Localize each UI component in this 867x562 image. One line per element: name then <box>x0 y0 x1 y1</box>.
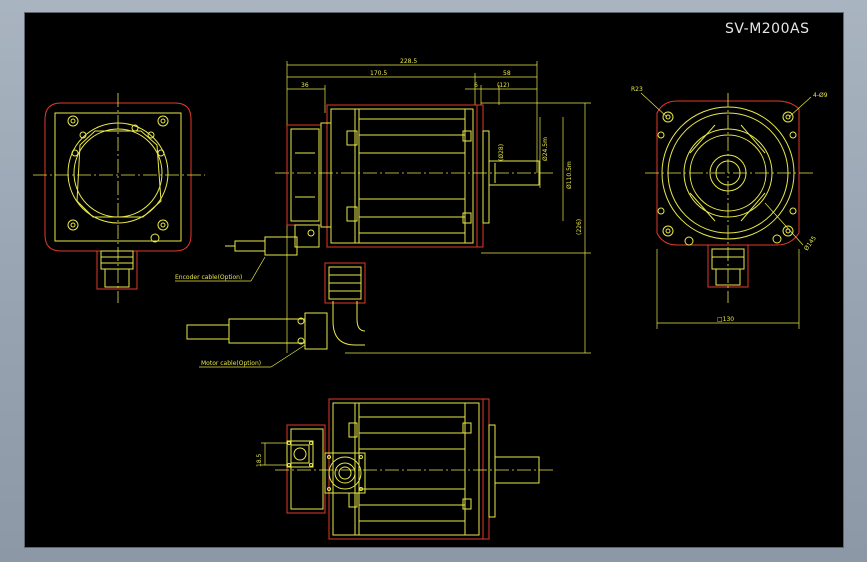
dim-pilot-dia: Ø110.5m <box>566 161 573 189</box>
label-encoder-cable: Encoder cable(Option) <box>175 274 242 281</box>
dim-shaft-key: (12) <box>497 82 509 89</box>
dim-height-total: (226) <box>576 219 583 235</box>
drawing-frame: SV-M200AS 228.5 170.5 36 58 6 (12) (226)… <box>24 12 844 548</box>
dim-shaft-length: 58 <box>503 70 511 77</box>
dim-square: □130 <box>717 316 734 323</box>
dim-shaft-dia: Ø24.5m <box>542 137 549 161</box>
label-motor-cable: Motor cable(Option) <box>201 360 261 367</box>
dim-connector-height: 18.5 <box>256 453 263 467</box>
dim-shaft-inner: (Ø28) <box>498 144 505 161</box>
dim-overall-length: 228.5 <box>400 58 417 65</box>
dim-flange-thickness: 6 <box>474 82 478 89</box>
side-view: 228.5 170.5 36 58 6 (12) (226) (Ø28) Ø24… <box>175 58 591 368</box>
top-view: 18.5 <box>256 398 555 540</box>
dim-pcd: Ø145 <box>803 235 818 252</box>
front-view: R23 4-Ø9 Ø145 □130 <box>631 86 828 329</box>
cad-drawing: SV-M200AS 228.5 170.5 36 58 6 (12) (226)… <box>33 21 828 540</box>
rear-view <box>33 93 205 303</box>
dim-holes: 4-Ø9 <box>813 92 828 99</box>
dim-body-length: 170.5 <box>370 70 387 77</box>
dim-radius: R23 <box>631 86 643 93</box>
drawing-title: SV-M200AS <box>725 21 809 37</box>
dim-flange-offset: 36 <box>301 82 309 89</box>
